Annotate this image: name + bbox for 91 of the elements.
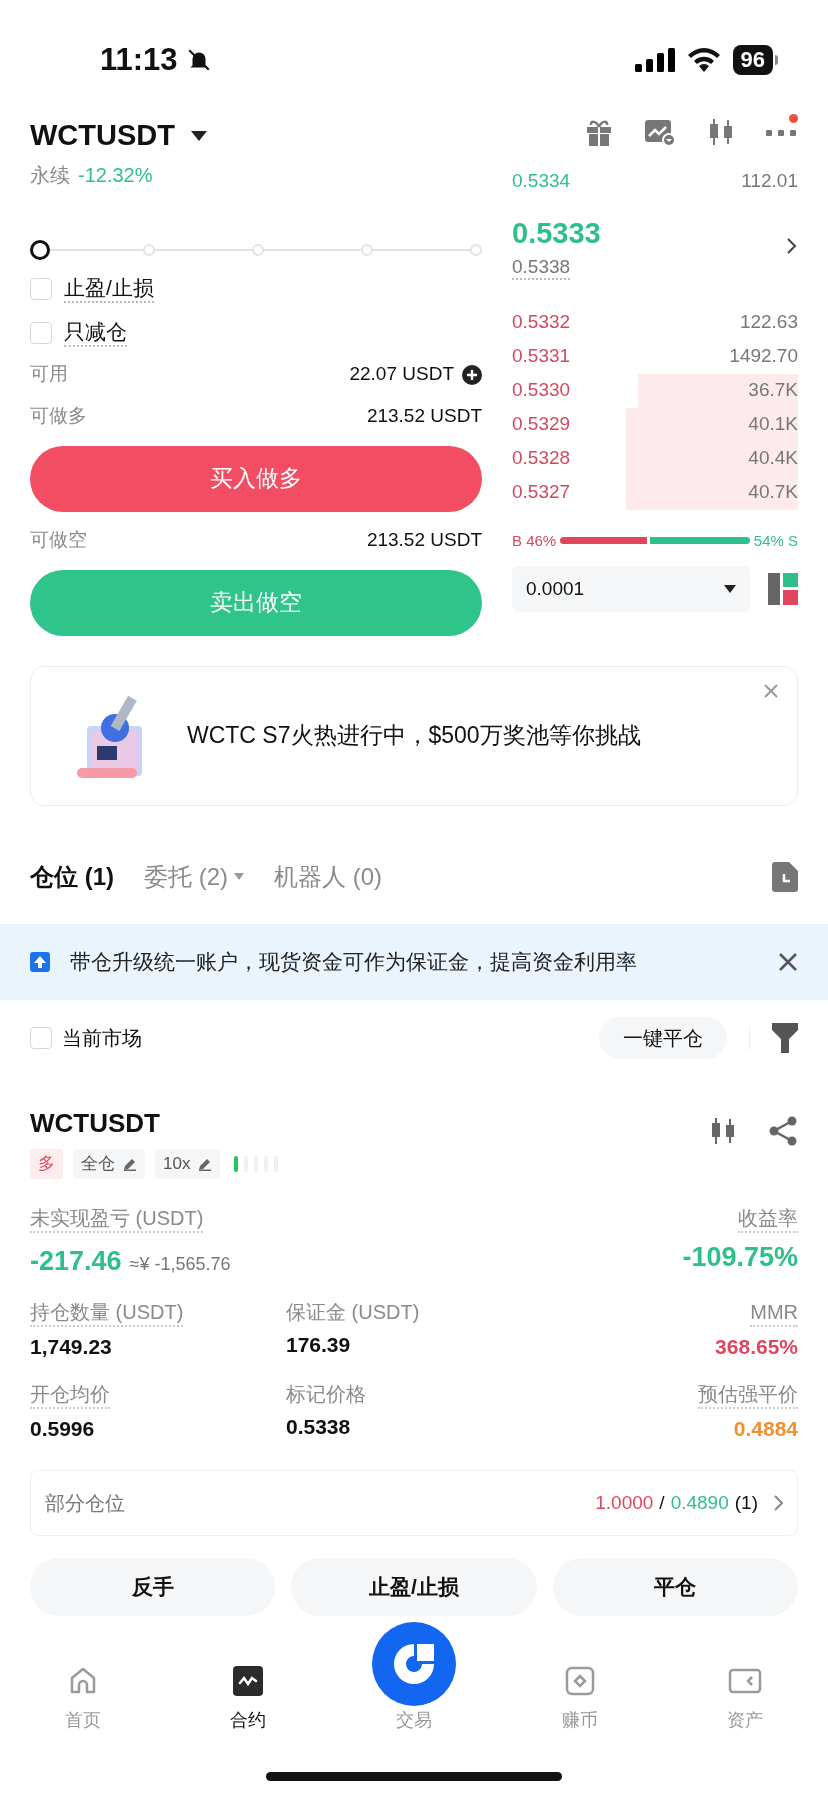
battery-indicator: 96 [732, 45, 773, 75]
long-max-label: 可做多 [30, 404, 87, 429]
bid-price: 0.5331 [512, 344, 571, 369]
stat-label: 持仓数量 (USDT) [30, 1299, 184, 1327]
stat-label: 预估强平价 [698, 1380, 798, 1409]
precision-dropdown[interactable]: 0.0001 [512, 566, 750, 612]
pnl-label: 未实现盈亏 (USDT) [30, 1204, 204, 1233]
roe-value: -109.75% [682, 1240, 798, 1274]
option-label[interactable]: 只减仓 [64, 318, 127, 347]
price-change: -12.32% [78, 162, 153, 188]
short-max-label: 可做空 [30, 528, 87, 553]
promo-text: WCTC S7火热进行中，$500万奖池等你挑战 [187, 721, 641, 751]
pencil-icon [123, 1156, 137, 1171]
pnl-approx: ≈¥ -1,565.76 [129, 1252, 231, 1276]
stat-value: 0.5338 [286, 1413, 351, 1440]
ask-price: 0.5334 [512, 168, 571, 193]
option-label[interactable]: 止盈/止损 [64, 274, 154, 303]
order-count: (1) [734, 1490, 758, 1515]
tp-price: 1.0000 [595, 1490, 654, 1515]
long-max-value: 213.52 USDT [366, 404, 482, 429]
last-price: 0.5333 [512, 216, 601, 251]
caret-icon[interactable] [191, 130, 207, 141]
stat-label: 保证金 (USDT) [286, 1300, 420, 1325]
bid-amount: 36.7K [748, 378, 798, 403]
close-icon[interactable] [778, 951, 798, 972]
contract-type: 永续 [30, 162, 70, 188]
wifi-icon [686, 47, 721, 73]
stat-value: 1,749.23 [30, 1334, 112, 1360]
promo-banner[interactable]: WCTC S7火热进行中，$500万奖池等你挑战 [30, 665, 798, 806]
bid-amount: 122.63 [739, 310, 798, 335]
pnl-value: -217.46 [30, 1244, 122, 1278]
chevron-right-icon[interactable] [786, 236, 798, 255]
filter-icon[interactable] [772, 1022, 798, 1053]
chevron-right-icon [774, 1495, 783, 1511]
position-action-button[interactable]: 平仓 [552, 1558, 798, 1616]
available-value: 22.07 USDT [349, 362, 454, 387]
checkbox[interactable] [30, 1026, 52, 1049]
symbol-title[interactable]: WCTUSDT [30, 114, 175, 158]
stat-label: 标记价格 [286, 1381, 366, 1407]
sell-ratio: 54% S [753, 530, 798, 551]
bid-price: 0.5332 [512, 310, 571, 335]
position-symbol: WCTUSDT [30, 1106, 161, 1140]
bid-amount: 40.1K [748, 412, 798, 437]
nav-tab[interactable]: 合约 [165, 1652, 332, 1762]
bid-price: 0.5330 [512, 378, 571, 403]
bid-amount: 40.7K [748, 480, 798, 505]
notice-text: 带仓升级统一账户，现货资金可作为保证金，提高资金利用率 [70, 948, 638, 975]
roe-label: 收益率 [738, 1204, 798, 1233]
sl-price: 0.4890 [670, 1490, 729, 1515]
clock: 11:13 [100, 40, 178, 79]
stat-value: 176.39 [286, 1332, 351, 1358]
side-tag: 多 [30, 1148, 63, 1179]
close-all-button[interactable]: 一键平仓 [599, 1016, 727, 1059]
stat-value: 0.4884 [733, 1415, 798, 1442]
partial-position-row[interactable]: 部分仓位 1.0000 / 0.4890 (1) [30, 1470, 798, 1536]
ask-amount: 112.01 [741, 168, 798, 193]
stat-value: 0.5996 [30, 1415, 95, 1442]
mark-price: 0.5338 [512, 255, 571, 280]
bid-price: 0.5328 [512, 446, 571, 471]
pulse-icon [232, 1665, 265, 1697]
checkbox[interactable] [30, 321, 52, 344]
upgrade-icon [30, 951, 50, 972]
stat-value: 368.65% [715, 1334, 798, 1360]
close-icon[interactable] [763, 682, 779, 699]
margin-tag[interactable]: 10x [155, 1148, 221, 1179]
stat-label: 开仓均价 [30, 1380, 110, 1409]
filter-label[interactable]: 当前市场 [62, 1022, 142, 1053]
bid-price: 0.5327 [512, 480, 571, 505]
bid-amount: 1492.70 [729, 344, 798, 369]
layout-icon[interactable] [768, 573, 798, 605]
signal-icon [634, 48, 675, 72]
margin-tag[interactable]: 全仓 [73, 1148, 145, 1179]
pencil-icon [198, 1156, 213, 1171]
available-label: 可用 [30, 362, 68, 387]
stat-label: MMR [750, 1299, 798, 1327]
position-tab[interactable]: 仓位 (1) [30, 858, 114, 895]
position-action-button[interactable]: 反手 [30, 1558, 276, 1616]
chart-settings-icon[interactable] [644, 117, 676, 147]
share-icon[interactable] [768, 1115, 798, 1146]
caret-icon [724, 585, 736, 593]
history-icon[interactable] [772, 861, 798, 892]
bid-price: 0.5329 [512, 412, 571, 437]
short-max-value: 213.52 USDT [366, 528, 482, 553]
add-icon[interactable] [462, 364, 482, 385]
partial-label: 部分仓位 [45, 1491, 125, 1516]
position-action-button[interactable]: 止盈/止损 [291, 1558, 537, 1616]
checkbox[interactable] [30, 277, 52, 300]
buy-ratio: B 46% [512, 530, 557, 551]
separator: / [659, 1490, 665, 1515]
adl-indicator [234, 1155, 279, 1172]
bid-amount: 40.4K [748, 446, 798, 471]
